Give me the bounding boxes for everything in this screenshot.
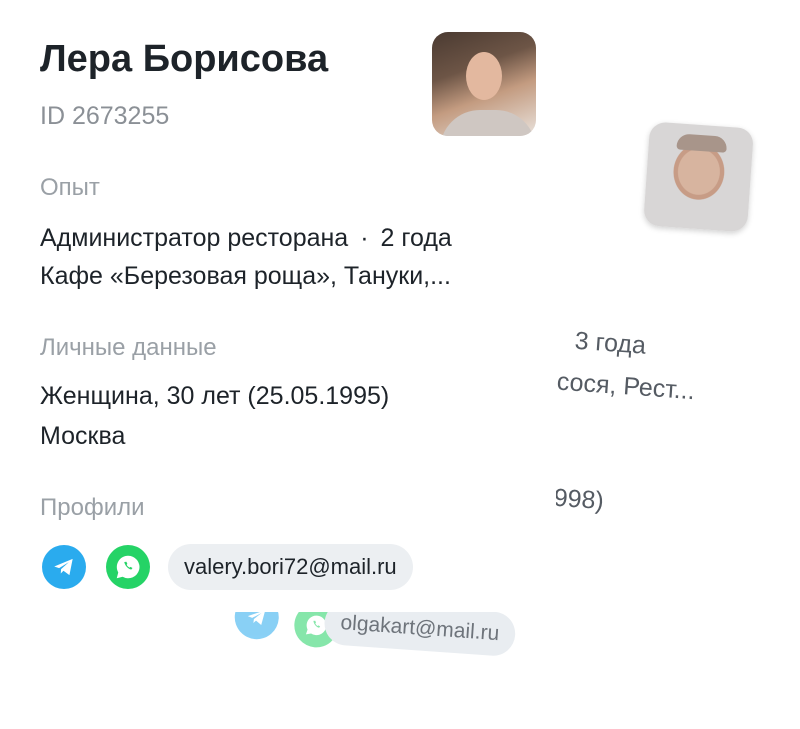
candidate-name: Лера Борисова [40, 38, 329, 80]
personal-gender-age: Женщина, 30 лет (25.05.1995) [40, 382, 390, 410]
experience-position: Администратор ресторана [40, 224, 349, 252]
candidate-id: ID 2673255 [40, 102, 170, 130]
experience-section-label: Опыт [40, 174, 100, 201]
experience-position-line: Администратор ресторана · 2 года [40, 224, 452, 253]
experience-duration: 2 года [380, 224, 452, 252]
experience-places: Кафе «Березовая роща», Тануки,... [40, 262, 451, 290]
secondary-avatar [643, 121, 755, 233]
avatar [432, 32, 536, 136]
primary-candidate-card[interactable]: Лера Борисова ID 2673255 Опыт Администра… [0, 0, 556, 612]
secondary-experience-duration: 3 года [573, 326, 647, 360]
personal-city: Москва [40, 422, 126, 450]
whatsapp-icon[interactable] [106, 545, 150, 589]
telegram-icon[interactable] [42, 545, 86, 589]
separator-dot: · [360, 224, 369, 252]
profiles-section-label: Профили [40, 494, 145, 521]
personal-section-label: Личные данные [40, 334, 217, 361]
secondary-experience-places: сося, Рест... [555, 367, 696, 406]
secondary-birthdate-fragment: 998) [552, 483, 605, 516]
email-pill[interactable]: valery.bori72@mail.ru [168, 544, 413, 590]
